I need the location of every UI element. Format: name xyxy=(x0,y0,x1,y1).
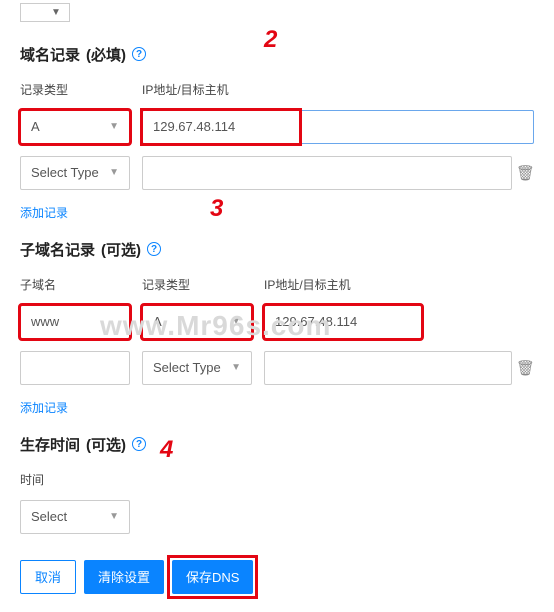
add-record-link[interactable]: 添加记录 xyxy=(20,204,68,221)
ip-input-2[interactable] xyxy=(142,156,512,190)
annotation-marker-4: 4 xyxy=(160,436,173,464)
sub-record-type-select-2[interactable]: Select Type ▼ xyxy=(142,351,252,385)
label-ip-target: IP地址/目标主机 xyxy=(142,81,534,98)
clear-button[interactable]: 清除设置 xyxy=(84,560,164,594)
annotation-marker-3: 3 xyxy=(210,195,223,223)
chevron-down-icon: ▼ xyxy=(109,121,119,132)
sub-ip-input[interactable]: 129.67.48.114 xyxy=(264,305,422,339)
chevron-down-icon: ▼ xyxy=(109,511,119,522)
subdomain-input-2[interactable] xyxy=(20,351,130,385)
help-icon[interactable]: ? xyxy=(132,437,146,451)
section-required-tag: (必填) xyxy=(86,44,126,65)
chevron-down-icon: ▼ xyxy=(51,7,61,18)
top-small-select[interactable]: ▼ xyxy=(20,3,70,22)
section-title-ttl: 生存时间 (可选) ? xyxy=(20,434,534,455)
label-ip-target: IP地址/目标主机 xyxy=(264,276,534,293)
save-dns-button[interactable]: 保存DNS xyxy=(172,560,253,594)
help-icon[interactable]: ? xyxy=(147,242,161,256)
ip-input-value: 129.67.48.114 xyxy=(153,119,235,134)
sub-record-type-value: A xyxy=(153,314,162,329)
add-sub-record-link[interactable]: 添加记录 xyxy=(20,399,68,416)
help-icon[interactable]: ? xyxy=(132,47,146,61)
section-title-text: 生存时间 xyxy=(20,434,80,455)
chevron-down-icon: ▼ xyxy=(109,167,119,178)
record-type-select[interactable]: A ▼ xyxy=(20,110,130,144)
trash-icon[interactable]: 🗑 xyxy=(516,359,532,377)
trash-icon[interactable]: 🗑 xyxy=(516,164,532,182)
label-record-type: 记录类型 xyxy=(20,81,130,98)
section-optional-tag: (可选) xyxy=(86,434,126,455)
cancel-button[interactable]: 取消 xyxy=(20,560,76,594)
chevron-down-icon: ▼ xyxy=(231,362,241,373)
section-title-sub-records: 子域名记录 (可选) ? xyxy=(20,239,534,260)
label-record-type: 记录类型 xyxy=(142,276,252,293)
record-type-placeholder: Select Type xyxy=(31,165,99,180)
record-type-value: A xyxy=(31,119,40,134)
subdomain-input[interactable]: www xyxy=(20,305,130,339)
section-title-text: 域名记录 xyxy=(20,44,80,65)
annotation-marker-2: 2 xyxy=(264,26,277,54)
sub-record-type-placeholder: Select Type xyxy=(153,360,221,375)
ttl-select-placeholder: Select xyxy=(31,509,67,524)
sub-ip-value: 129.67.48.114 xyxy=(275,314,357,329)
subdomain-value: www xyxy=(31,314,59,329)
save-button-highlight: 保存DNS xyxy=(172,560,253,594)
ttl-select[interactable]: Select ▼ xyxy=(20,500,130,534)
ip-input[interactable]: 129.67.48.114 xyxy=(142,110,534,144)
record-type-select-2[interactable]: Select Type ▼ xyxy=(20,156,130,190)
label-time: 时间 xyxy=(20,471,534,488)
chevron-down-icon: ▼ xyxy=(231,316,241,327)
section-optional-tag: (可选) xyxy=(101,239,141,260)
sub-ip-input-2[interactable] xyxy=(264,351,512,385)
label-subdomain: 子域名 xyxy=(20,276,130,293)
sub-record-type-select[interactable]: A ▼ xyxy=(142,305,252,339)
section-title-text: 子域名记录 xyxy=(20,239,95,260)
